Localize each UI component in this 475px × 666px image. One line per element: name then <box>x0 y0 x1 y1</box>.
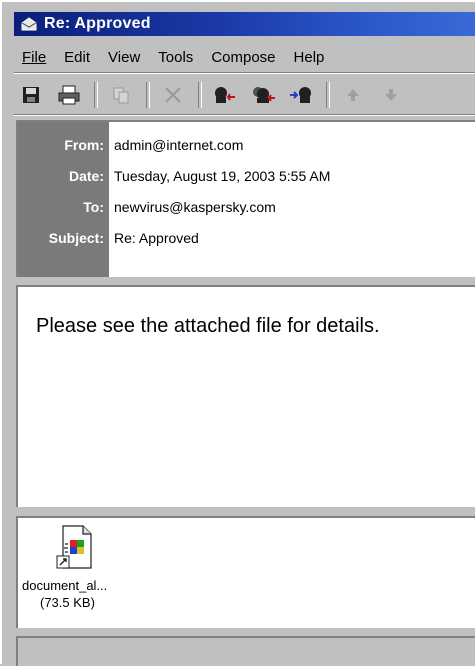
status-bar <box>16 636 475 666</box>
save-button[interactable] <box>16 80 46 110</box>
toolbar-separator <box>146 82 150 108</box>
menu-tools-label: Tools <box>158 48 194 66</box>
menu-bar: File Edit View Tools Compose Help <box>16 44 333 70</box>
attachment-name: document_al... <box>22 578 108 593</box>
forward-icon <box>290 87 311 103</box>
to-label: To: <box>83 199 104 215</box>
menu-edit-label: Edit <box>64 48 91 66</box>
delete-button[interactable] <box>158 80 188 110</box>
date-value: Tuesday, August 19, 2003 5:55 AM <box>114 168 331 184</box>
file-shortcut-icon <box>55 524 95 570</box>
reply-all-icon <box>253 87 275 103</box>
print-icon <box>58 85 80 105</box>
from-label: From: <box>64 137 104 153</box>
from-value[interactable]: admin@internet.com <box>109 137 243 153</box>
menu-help[interactable]: Help <box>285 49 334 66</box>
forward-button[interactable] <box>286 80 316 110</box>
subject-row: Subject: Re: Approved <box>18 223 475 253</box>
menu-file[interactable]: File <box>16 49 55 66</box>
title-bar[interactable]: Re: Approved <box>14 12 475 36</box>
previous-button[interactable] <box>338 80 368 110</box>
email-window: Re: Approved File Edit View Tools Compos… <box>0 0 475 666</box>
to-value[interactable]: newvirus@kaspersky.com <box>109 199 276 215</box>
delete-icon <box>165 87 181 103</box>
save-icon <box>23 87 39 103</box>
attachment-panel: document_al... (73.5 KB) <box>16 516 475 628</box>
copy-button[interactable] <box>106 80 136 110</box>
reply-button[interactable] <box>210 80 240 110</box>
print-button[interactable] <box>54 80 84 110</box>
attachment-item[interactable]: document_al... (73.5 KB) <box>20 524 130 610</box>
subject-label: Subject: <box>48 230 104 246</box>
reply-all-button[interactable] <box>248 80 278 110</box>
attachment-size: (73.5 KB) <box>40 595 95 610</box>
message-body[interactable]: Please see the attached file for details… <box>16 285 475 507</box>
menu-file-label: File <box>22 48 47 66</box>
window-title: Re: Approved <box>44 15 151 32</box>
menu-edit[interactable]: Edit <box>55 49 99 66</box>
menu-view-label: View <box>108 48 141 66</box>
toolbar <box>16 78 475 112</box>
next-button[interactable] <box>376 80 406 110</box>
toolbar-separator <box>198 82 202 108</box>
toolbar-divider <box>14 114 475 116</box>
next-icon <box>385 89 397 101</box>
menu-help-label: Help <box>293 48 325 66</box>
message-header: From: admin@internet.com Date: Tuesday, … <box>16 120 475 277</box>
from-row: From: admin@internet.com <box>18 130 475 160</box>
previous-icon <box>347 89 359 101</box>
menu-compose-label: Compose <box>211 48 276 66</box>
menu-tools[interactable]: Tools <box>149 49 202 66</box>
menu-compose[interactable]: Compose <box>202 49 284 66</box>
menu-view[interactable]: View <box>99 49 149 66</box>
toolbar-separator <box>94 82 98 108</box>
copy-icon <box>113 87 129 104</box>
body-text: Please see the attached file for details… <box>36 315 380 337</box>
menu-divider <box>14 72 475 74</box>
subject-value: Re: Approved <box>114 230 199 246</box>
date-label: Date: <box>68 168 104 184</box>
mail-envelope-icon <box>20 16 38 32</box>
date-row: Date: Tuesday, August 19, 2003 5:55 AM <box>18 161 475 191</box>
toolbar-separator <box>326 82 330 108</box>
reply-icon <box>215 87 235 103</box>
to-row: To: newvirus@kaspersky.com <box>18 192 475 222</box>
